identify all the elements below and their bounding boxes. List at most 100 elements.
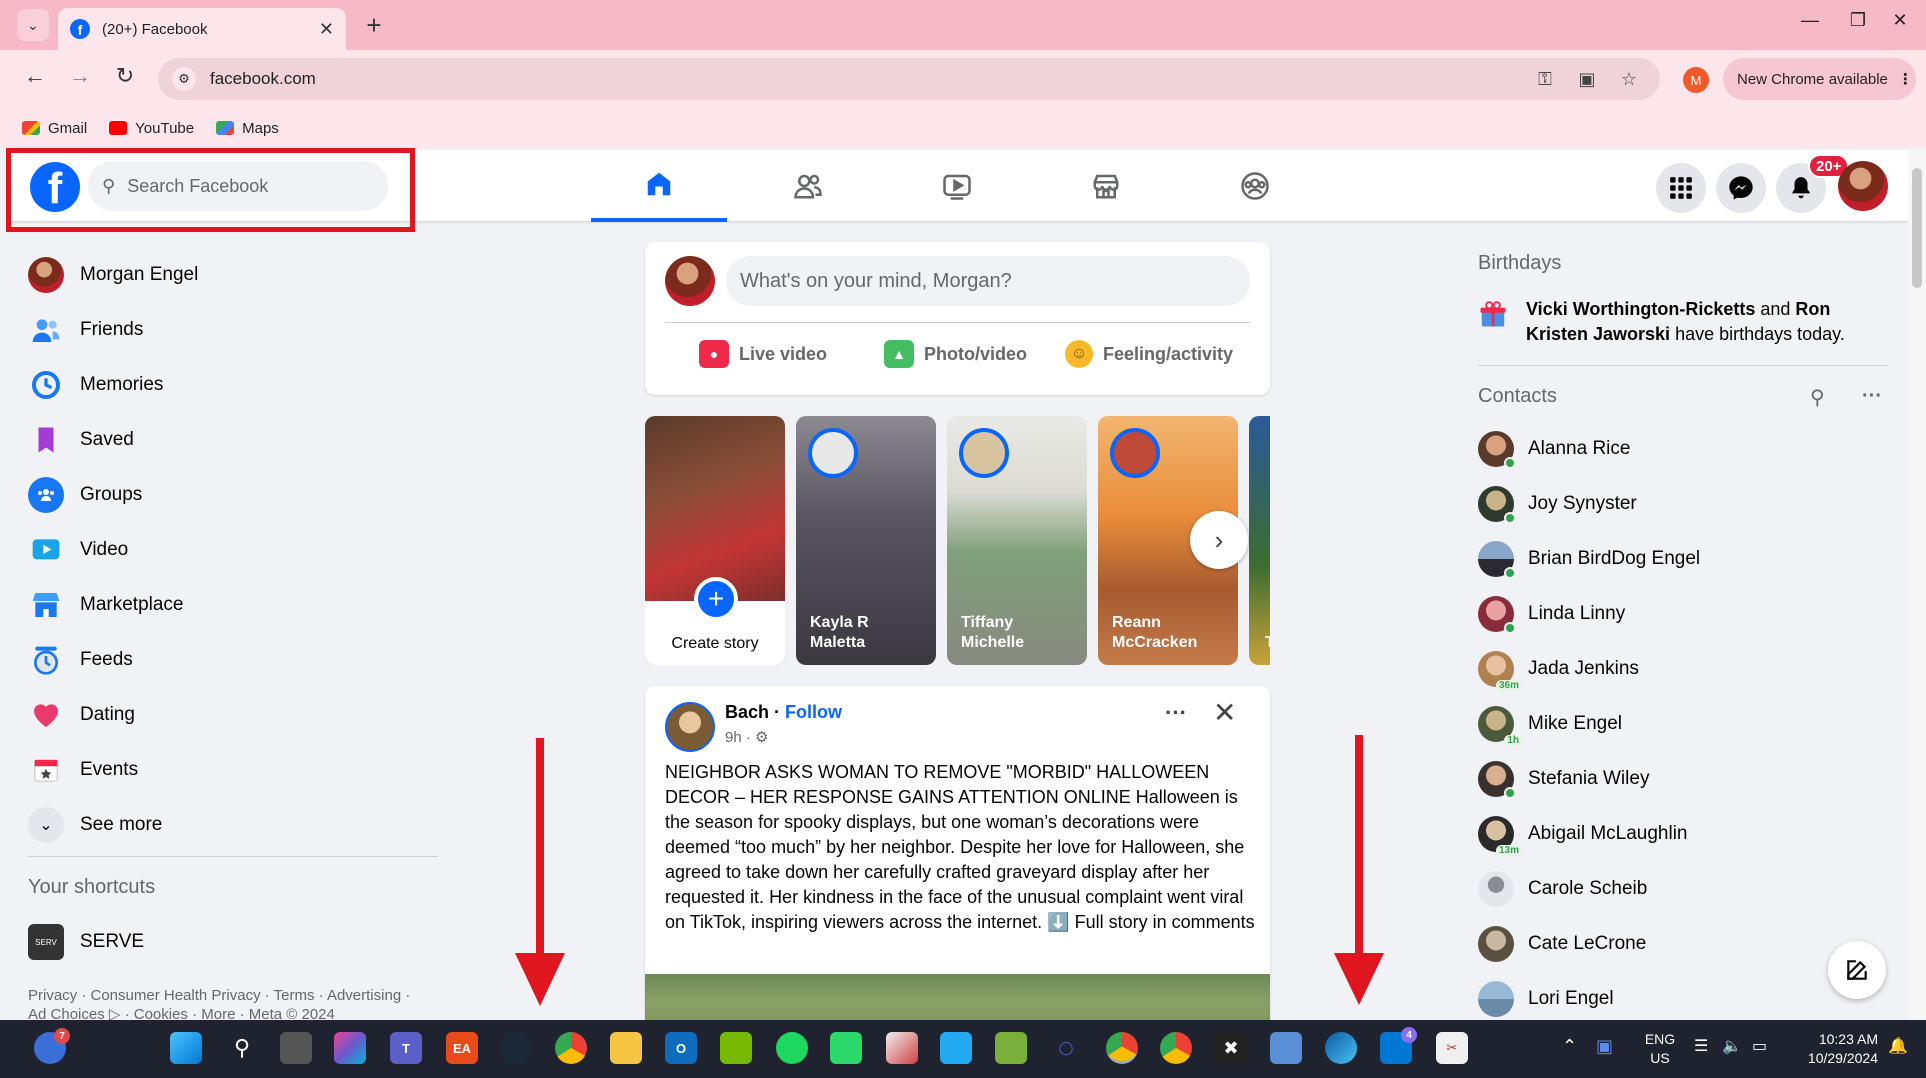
url-text[interactable]: facebook.com xyxy=(210,69,1534,89)
whats-on-your-mind-input[interactable]: What's on your mind, Morgan? xyxy=(726,256,1250,306)
sidebar-item-dating[interactable]: Dating xyxy=(28,687,448,742)
bookmark-youtube[interactable]: YouTube xyxy=(109,120,194,137)
sidebar-item-saved[interactable]: Saved xyxy=(28,412,448,467)
photo-video-button[interactable]: ▲ Photo/video xyxy=(884,340,1027,368)
password-key-icon[interactable]: ⚿ xyxy=(1534,69,1556,90)
volume-muted-icon[interactable]: 🔈 xyxy=(1722,1036,1742,1056)
notepad-icon[interactable] xyxy=(995,1032,1027,1064)
sidebar-item-marketplace[interactable]: Marketplace xyxy=(28,577,448,632)
post-author-name[interactable]: Bach xyxy=(725,702,769,722)
vscode-icon[interactable] xyxy=(940,1032,972,1064)
chrome-icon[interactable] xyxy=(555,1032,587,1064)
post-options-icon[interactable]: ··· xyxy=(1165,700,1187,726)
wifi-icon[interactable]: ☰ xyxy=(1694,1036,1708,1056)
copilot-icon[interactable] xyxy=(334,1032,366,1064)
new-chrome-available-button[interactable]: New Chrome available ⋮ xyxy=(1723,58,1916,100)
scrollbar-thumb[interactable] xyxy=(1912,168,1922,288)
tab-video[interactable] xyxy=(889,150,1025,222)
paint-app-icon[interactable] xyxy=(886,1032,918,1064)
address-bar[interactable]: ⚙ facebook.com ⚿ ▣ ☆ xyxy=(158,58,1660,100)
search-icon[interactable]: ⚲ xyxy=(226,1032,258,1064)
bookmark-maps[interactable]: Maps xyxy=(216,120,279,137)
contact-item[interactable]: Alanna Rice xyxy=(1478,421,1898,476)
sidebar-item-see-more[interactable]: ⌄ See more xyxy=(28,797,448,852)
photos-icon[interactable] xyxy=(1270,1032,1302,1064)
forward-arrow-icon[interactable]: → xyxy=(65,63,95,89)
shortcut-serve[interactable]: SERV SERVE xyxy=(28,924,144,960)
post-image[interactable] xyxy=(645,974,1270,1026)
contact-item[interactable]: Linda Linny xyxy=(1478,586,1898,641)
plus-icon[interactable]: + xyxy=(694,577,738,621)
bookmark-gmail[interactable]: Gmail xyxy=(22,120,87,137)
clock[interactable]: 10:23 AM 10/29/2024 xyxy=(1794,1030,1878,1068)
feeling-activity-button[interactable]: ☺ Feeling/activity xyxy=(1065,340,1233,368)
chrome-menu-icon[interactable]: ⋮ xyxy=(1898,70,1913,88)
install-app-icon[interactable]: ▣ xyxy=(1576,69,1598,90)
contact-item[interactable]: 1h Mike Engel xyxy=(1478,696,1898,751)
teams-icon[interactable]: T xyxy=(390,1032,422,1064)
post-author-avatar[interactable] xyxy=(665,702,715,752)
edge-icon[interactable] xyxy=(1325,1032,1357,1064)
steam-icon[interactable] xyxy=(500,1032,532,1064)
chevron-up-icon[interactable]: ⌃ xyxy=(1562,1036,1577,1057)
ea-app-icon[interactable]: EA xyxy=(446,1032,478,1064)
outlook-icon[interactable]: O xyxy=(665,1032,697,1064)
xbox-icon[interactable] xyxy=(830,1032,862,1064)
tab-close-icon[interactable]: ✕ xyxy=(319,19,334,40)
back-arrow-icon[interactable]: ← xyxy=(20,63,50,89)
file-explorer-icon[interactable] xyxy=(610,1032,642,1064)
tab-home[interactable] xyxy=(591,150,727,222)
minimize-window-icon[interactable]: — xyxy=(1790,10,1830,31)
contact-item[interactable]: 36m Jada Jenkins xyxy=(1478,641,1898,696)
footer-links-line1[interactable]: Privacy · Consumer Health Privacy · Term… xyxy=(28,986,448,1005)
language-indicator[interactable]: ENG US xyxy=(1640,1030,1680,1068)
sidebar-item-memories[interactable]: Memories xyxy=(28,357,448,412)
messenger-button[interactable] xyxy=(1716,163,1766,213)
windows-start-icon[interactable] xyxy=(170,1032,202,1064)
game-launcher-icon[interactable] xyxy=(776,1032,808,1064)
snipping-tool-icon[interactable]: ✂ xyxy=(1436,1032,1468,1064)
birthday-notice[interactable]: Vicki Worthington-Ricketts and Ron Krist… xyxy=(1478,297,1896,347)
tab-search-dropdown[interactable]: ⌄ xyxy=(17,9,49,41)
composer-avatar[interactable] xyxy=(665,256,715,306)
contact-item[interactable]: Stefania Wiley xyxy=(1478,751,1898,806)
close-window-icon[interactable]: ✕ xyxy=(1880,10,1920,31)
close-icon[interactable]: ✕ xyxy=(1213,696,1236,729)
restore-window-icon[interactable]: ❐ xyxy=(1838,10,1878,31)
sidebar-item-friends[interactable]: Friends xyxy=(28,302,448,357)
notification-bell-icon[interactable]: 🔔 xyxy=(1888,1036,1908,1056)
post-timestamp[interactable]: 9h · ⚙ xyxy=(725,728,768,746)
stories-next-button[interactable]: › xyxy=(1190,511,1248,569)
sidebar-item-profile[interactable]: Morgan Engel xyxy=(28,247,448,302)
menu-button[interactable] xyxy=(1656,163,1706,213)
teams-tray-icon[interactable]: ▣ xyxy=(1596,1036,1613,1057)
search-contacts-icon[interactable]: ⚲ xyxy=(1810,385,1825,410)
store-icon[interactable]: 4 xyxy=(1380,1027,1417,1064)
contact-item[interactable]: 13m Abigail McLaughlin xyxy=(1478,806,1898,861)
battery-icon[interactable]: ▭ xyxy=(1752,1036,1767,1056)
sidebar-item-events[interactable]: Events xyxy=(28,742,448,797)
live-video-button[interactable]: ● Live video xyxy=(699,340,827,368)
account-avatar[interactable] xyxy=(1838,161,1888,211)
weather-icon[interactable]: 7 xyxy=(34,1028,70,1064)
tab-marketplace[interactable] xyxy=(1038,150,1174,222)
capcut-icon[interactable]: ✖ xyxy=(1215,1032,1247,1064)
chrome-profile-m-icon[interactable] xyxy=(1106,1032,1138,1064)
browser-tab-facebook[interactable]: f (20+) Facebook ✕ xyxy=(58,8,346,50)
battle-net-icon[interactable]: ◯ xyxy=(1050,1032,1082,1064)
story-card[interactable]: Tiffany Michelle xyxy=(947,416,1087,665)
chrome-profile-icon[interactable] xyxy=(1160,1032,1192,1064)
contacts-options-icon[interactable]: ··· xyxy=(1862,385,1882,408)
create-story-card[interactable]: + Create story xyxy=(645,416,785,665)
contact-item[interactable]: Carole Scheib xyxy=(1478,861,1898,916)
story-card[interactable]: Kayla R Maletta xyxy=(796,416,936,665)
nvidia-icon[interactable] xyxy=(720,1032,752,1064)
tab-friends[interactable] xyxy=(740,150,876,222)
sidebar-item-video[interactable]: Video xyxy=(28,522,448,577)
new-message-button[interactable] xyxy=(1828,941,1886,999)
story-card[interactable]: T xyxy=(1249,416,1270,665)
follow-button[interactable]: Follow xyxy=(785,702,842,722)
new-tab-button[interactable]: + xyxy=(360,10,388,41)
reload-icon[interactable]: ↻ xyxy=(110,63,140,89)
sidebar-item-groups[interactable]: Groups xyxy=(28,467,448,522)
